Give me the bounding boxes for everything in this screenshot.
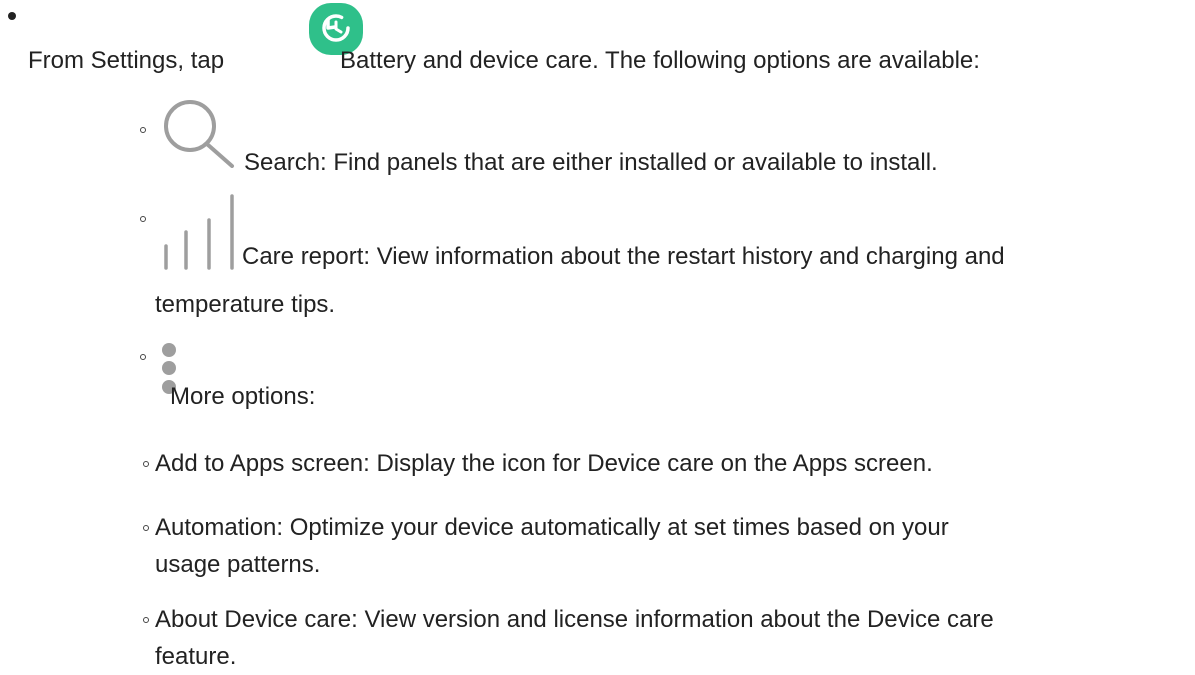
sub-bullet xyxy=(143,617,149,623)
intro-line: From Settings, tap Battery and device ca… xyxy=(28,0,1178,80)
option-care-report-line1: Care report: View information about the … xyxy=(242,243,1005,270)
more-option-automation-line2: usage patterns. xyxy=(155,551,321,578)
more-option-about-line2: feature. xyxy=(155,643,237,670)
more-option-about-line1: About Device care: View version and lice… xyxy=(155,606,994,633)
sub-bullet xyxy=(140,127,146,133)
sub-bullet xyxy=(143,525,149,531)
option-search-text: Search: Find panels that are either inst… xyxy=(244,149,938,176)
more-option-automation-line1: Automation: Optimize your device automat… xyxy=(155,514,949,541)
sub-bullet xyxy=(140,216,146,222)
sub-bullet xyxy=(140,354,146,360)
list-bullet xyxy=(8,12,16,20)
intro-rest-text: Battery and device care. The following o… xyxy=(340,47,980,74)
sub-bullet xyxy=(143,461,149,467)
search-icon xyxy=(164,100,234,168)
intro-lead-text: From Settings, tap xyxy=(28,47,225,74)
option-more-options-text: More options: xyxy=(170,383,316,410)
care-report-icon xyxy=(164,194,234,270)
option-care-report-line2: temperature tips. xyxy=(155,291,336,318)
more-option-add-to-apps-text: Add to Apps screen: Display the icon for… xyxy=(155,450,933,477)
